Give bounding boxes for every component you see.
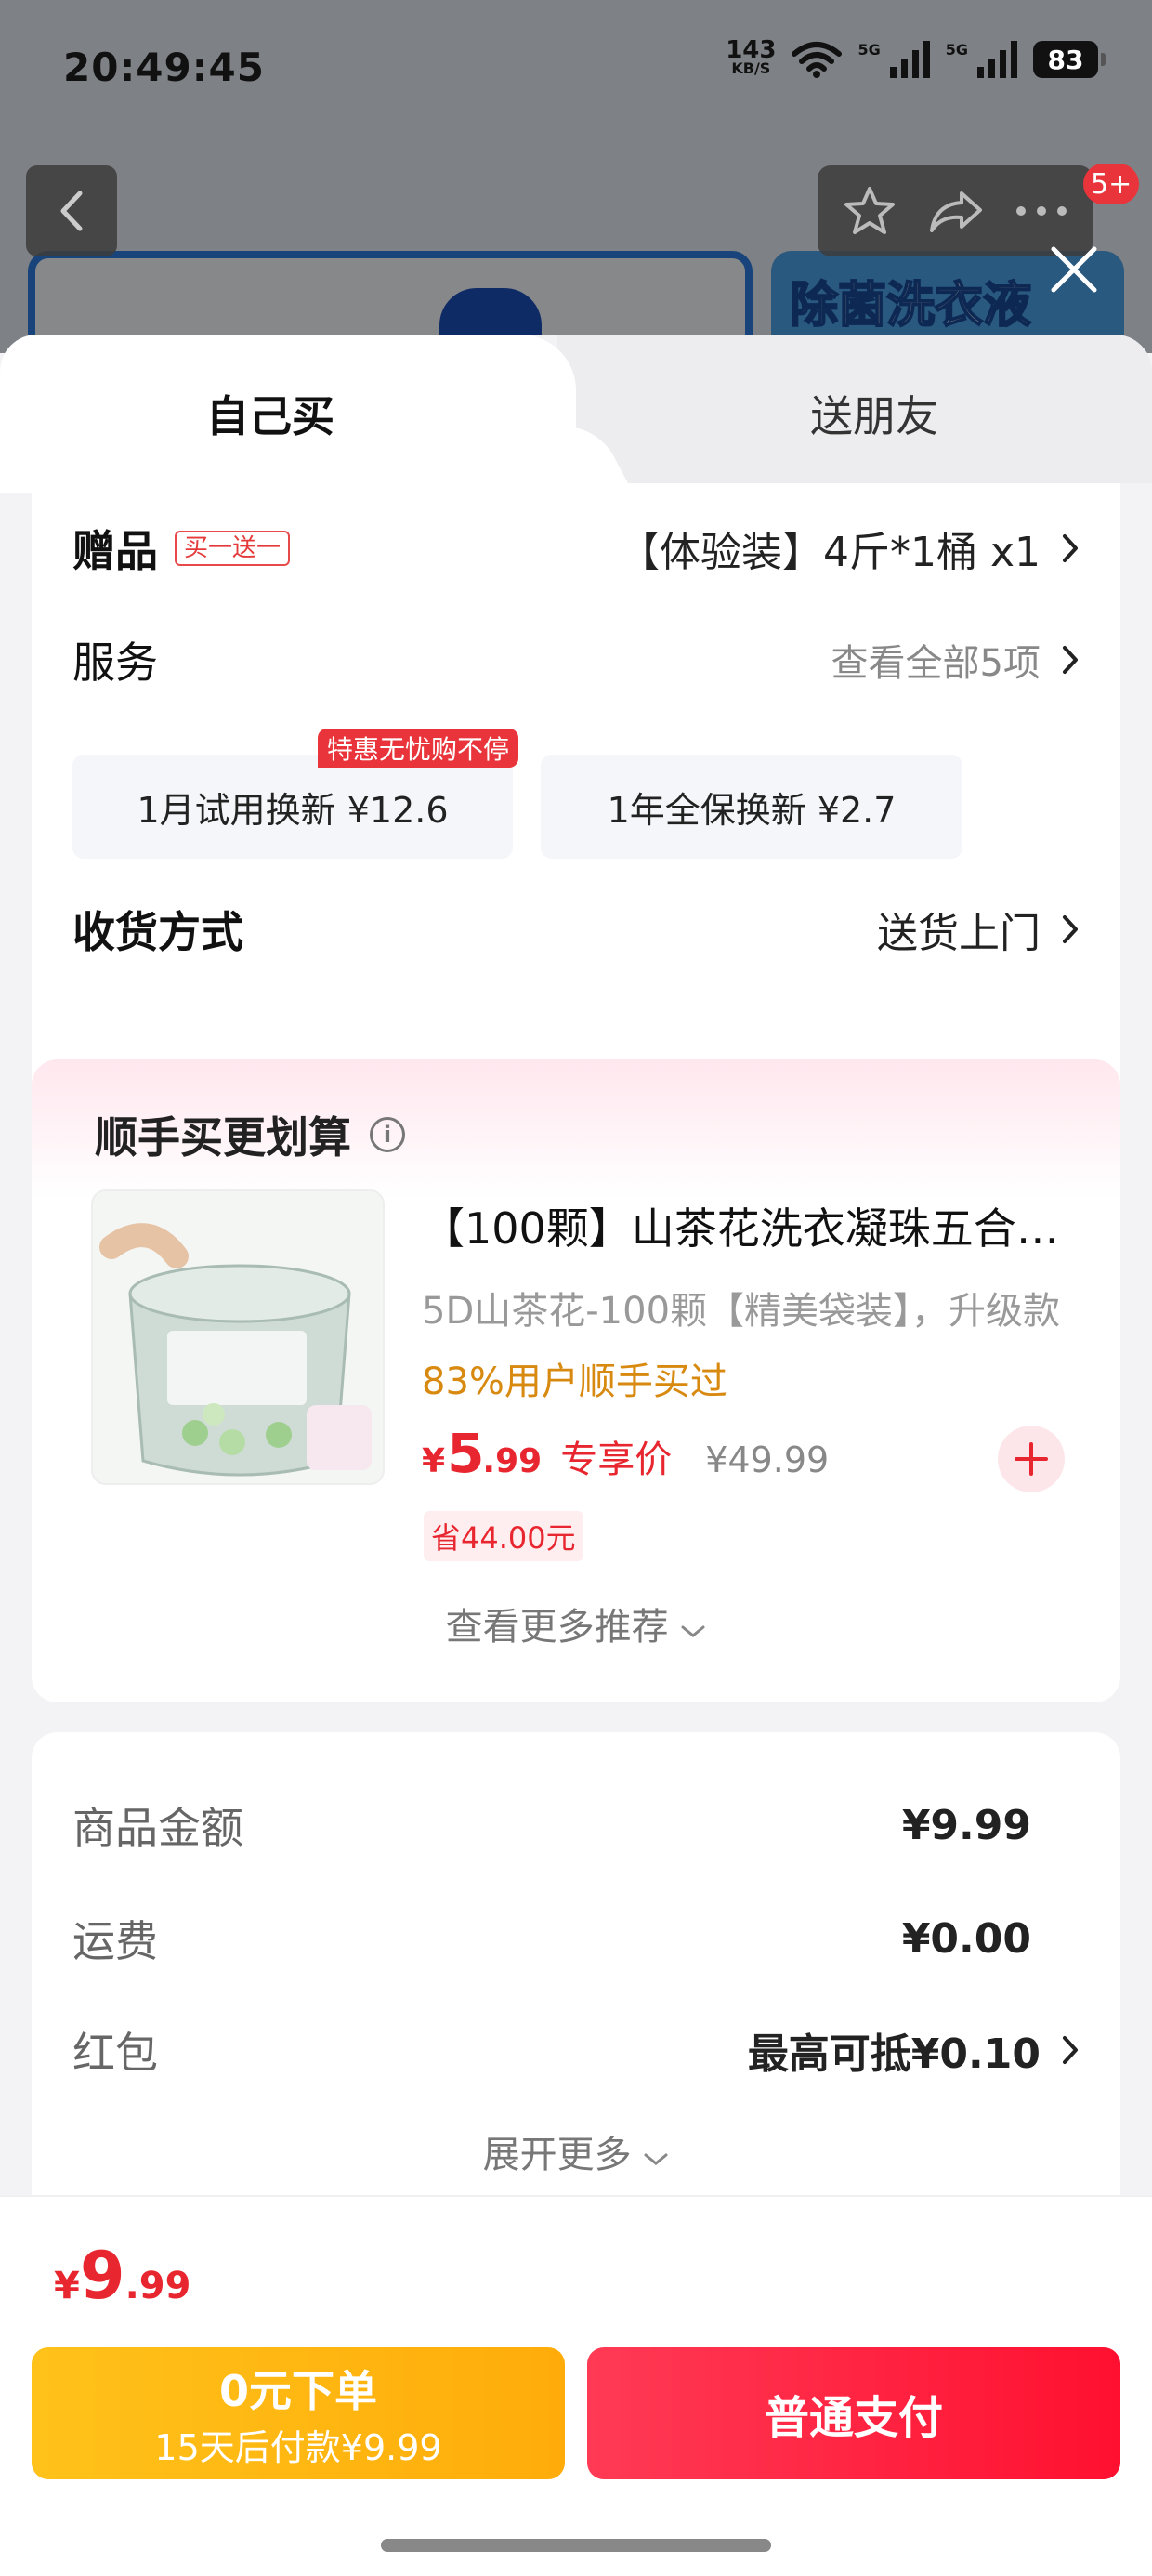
gift-label: 赠品: [72, 526, 158, 576]
share-icon[interactable]: [928, 188, 984, 234]
info-icon[interactable]: i: [370, 1117, 405, 1152]
shipping-label: 运费: [72, 1916, 158, 1966]
tab-bar: 自己买 送朋友: [0, 335, 1152, 493]
more-icon[interactable]: [1015, 205, 1067, 217]
chevron-right-icon: [1063, 534, 1078, 562]
recommend-product-subtitle: 5D山茶花-100颗【精美袋装】，升级款: [422, 1290, 1061, 1333]
original-price: ¥49.99: [705, 1439, 830, 1480]
plus-icon: [1015, 1442, 1048, 1476]
price-dec: .99: [482, 1442, 543, 1480]
status-bar: 20:49:45 143 KB/S 5G 5G 83: [0, 0, 1152, 139]
chevron-left-icon: [60, 191, 83, 231]
recommend-product-title[interactable]: 【100颗】山茶花洗衣凝珠五合一超浓缩: [422, 1195, 1091, 1256]
gift-value: 【体验装】4斤*1桶 x1: [618, 529, 1041, 576]
summary-row-redpacket[interactable]: 红包 最高可抵¥0.10: [72, 2013, 1080, 2087]
summary-row-goods: 商品金额 ¥9.99: [72, 1788, 1080, 1862]
goods-amount-label: 商品金额: [72, 1803, 243, 1853]
zero-order-subtitle: 15天后付款¥9.99: [154, 2426, 442, 2468]
delivery-label: 收货方式: [72, 907, 243, 957]
signal-icon: [889, 41, 930, 78]
chevron-right-icon: [1063, 646, 1078, 674]
price-label: 专享价: [560, 1439, 673, 1481]
battery-icon: 83: [1033, 41, 1106, 78]
recommend-title: 顺手买更划算 i: [95, 1104, 405, 1165]
price-summary-card: 商品金额 ¥9.99 运费 ¥0.00 红包 最高可抵¥0.10 展开更多: [32, 1732, 1120, 2253]
service-option-warranty-label: 1年全保换新 ¥2.7: [607, 789, 897, 831]
service-value: 查看全部5项: [831, 642, 1041, 685]
recommend-card: 顺手买更划算 i 【100颗】山茶花洗衣凝珠五合一超浓缩 5D山茶花-100颗【…: [32, 1059, 1120, 1702]
service-row[interactable]: 服务 查看全部5项: [72, 623, 1080, 697]
more-recommend-button[interactable]: 查看更多推荐: [32, 1597, 1120, 1650]
wifi-icon: [792, 42, 843, 78]
redpacket-label: 红包: [72, 2028, 158, 2078]
home-indicator[interactable]: [381, 2539, 771, 2552]
zero-order-button[interactable]: 0元下单 15天后付款¥9.99: [32, 2347, 565, 2479]
goods-amount-value: ¥9.99: [901, 1801, 1031, 1849]
total-price: ¥ 9 .99: [54, 2238, 191, 2314]
recommend-price-line: ¥ 5 .99 专享价 ¥49.99: [422, 1422, 829, 1485]
chevron-right-icon: [1063, 2036, 1078, 2064]
service-hot-tag: 特惠无忧购不停: [318, 729, 519, 768]
service-option-trial[interactable]: 1月试用换新 ¥12.6: [72, 755, 513, 859]
price-symbol: ¥: [422, 1442, 446, 1480]
total-price-bar: ¥ 9 .99: [0, 2195, 1152, 2334]
service-option-warranty[interactable]: 1年全保换新 ¥2.7: [541, 755, 962, 859]
service-label: 服务: [72, 637, 158, 688]
service-option-trial-label: 1月试用换新 ¥12.6: [137, 789, 449, 831]
chevron-right-icon: [1063, 915, 1078, 943]
status-time: 20:49:45: [63, 45, 265, 90]
star-icon[interactable]: [843, 185, 897, 237]
signal2-label: 5G: [945, 41, 968, 59]
tab-friend[interactable]: 送朋友: [810, 383, 938, 444]
delivery-row[interactable]: 收货方式 送货上门: [72, 892, 1080, 966]
net-speed: 143 KB/S: [726, 36, 777, 77]
recommend-buy-rate: 83%用户顺手买过: [422, 1360, 727, 1403]
recommend-product-image[interactable]: [91, 1189, 385, 1485]
pay-button[interactable]: 普通支付: [587, 2347, 1120, 2479]
signal-icon-2: [977, 41, 1017, 78]
redpacket-value: 最高可抵¥0.10: [747, 2031, 1041, 2078]
tab-self[interactable]: 自己买: [206, 383, 334, 444]
chevron-down-icon: [644, 2153, 668, 2165]
expand-more-button[interactable]: 展开更多: [32, 2124, 1120, 2178]
back-button[interactable]: [26, 165, 117, 256]
zero-order-title: 0元下单: [218, 2365, 377, 2416]
bogo-tag: 买一送一: [175, 531, 291, 566]
chevron-down-icon: [681, 1625, 705, 1637]
cart-badge: 5+: [1083, 164, 1140, 204]
save-tag: 省44.00元: [424, 1511, 583, 1561]
price-int: 5: [447, 1422, 485, 1485]
add-to-order-button[interactable]: [998, 1426, 1065, 1492]
delivery-value: 送货上门: [877, 910, 1041, 957]
status-icons: 143 KB/S 5G 5G 83: [726, 36, 1106, 78]
shipping-value: ¥0.00: [901, 1914, 1031, 1963]
summary-row-shipping: 运费 ¥0.00: [72, 1901, 1080, 1976]
gift-row[interactable]: 赠品 买一送一 【体验装】4斤*1桶 x1: [72, 511, 1080, 585]
close-icon[interactable]: [1046, 242, 1102, 297]
signal1-label: 5G: [857, 41, 881, 59]
